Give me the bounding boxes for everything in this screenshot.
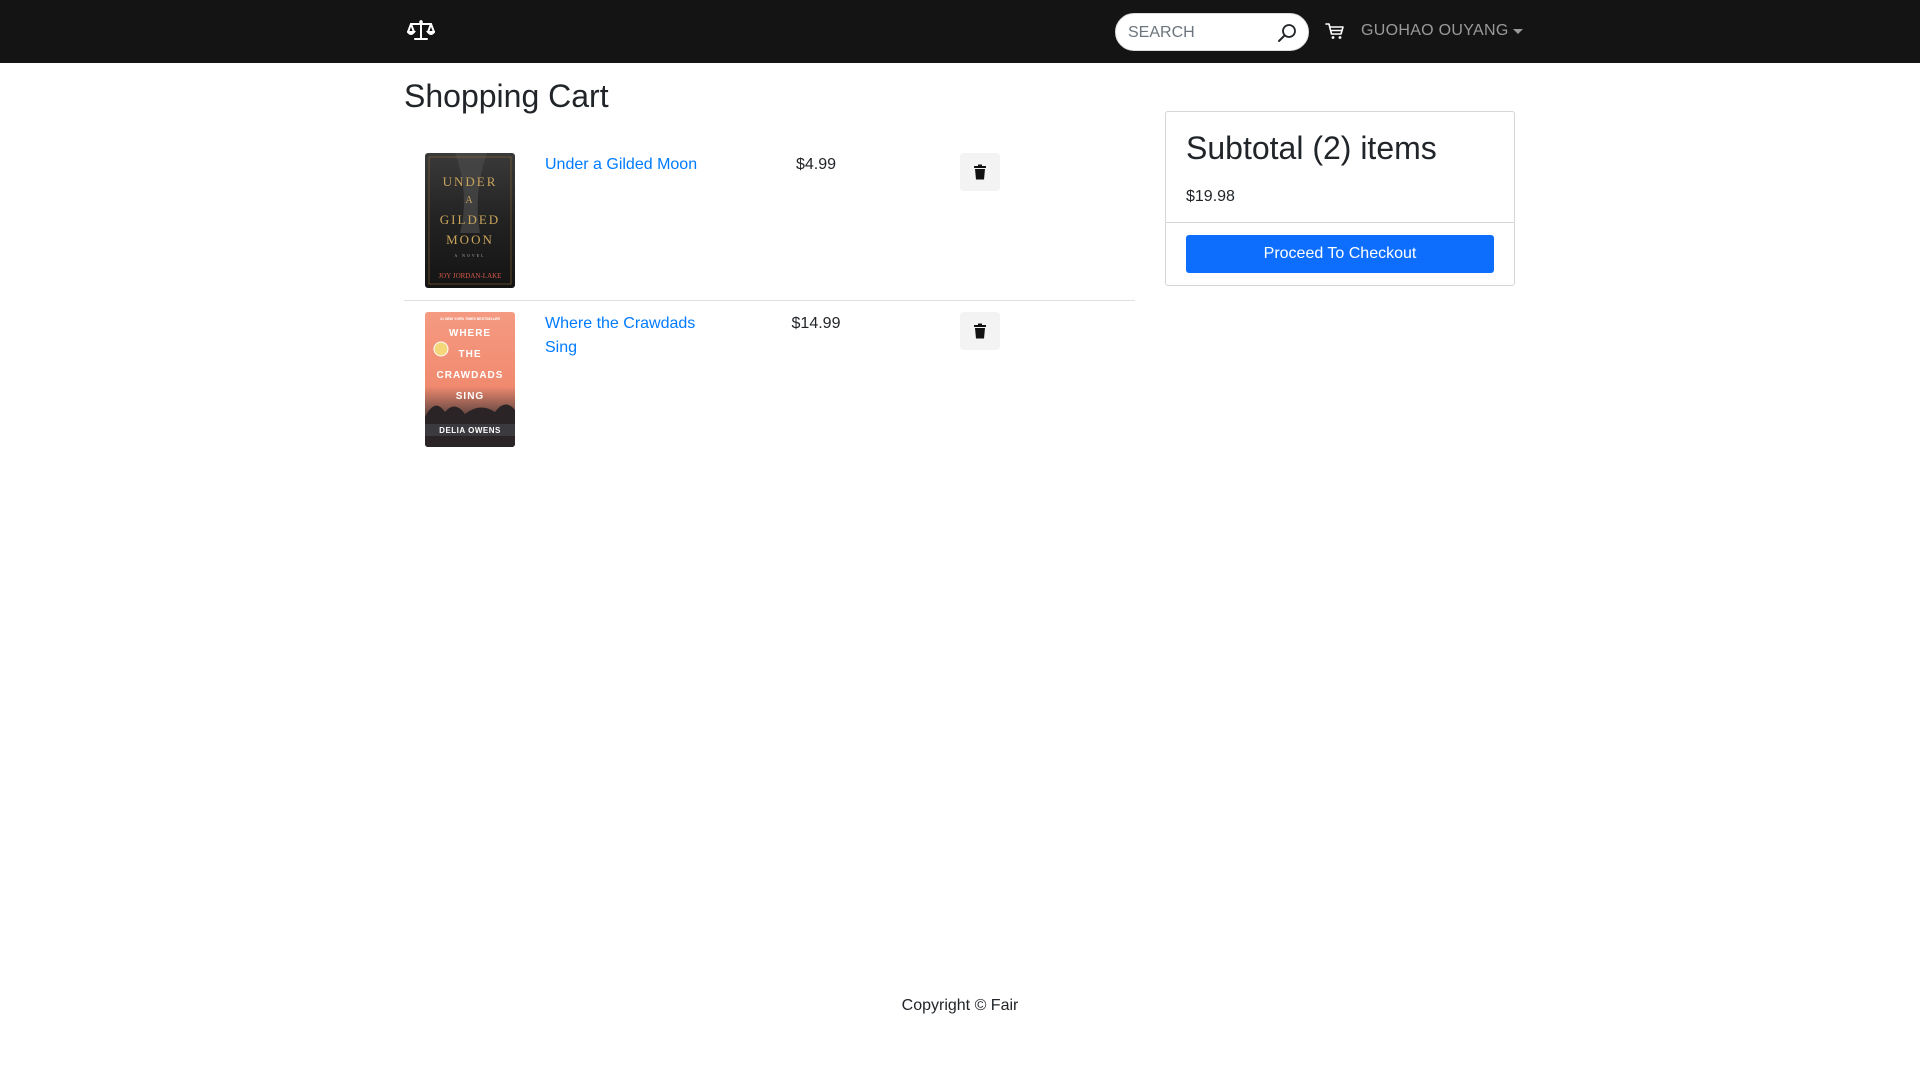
search-input[interactable] [1128,22,1278,44]
page-title: Shopping Cart [404,78,609,114]
subtotal-heading: Subtotal (2) items [1186,130,1437,166]
cover-line: GILDED [440,212,500,227]
top-navbar: GUOHAO OUYANG [0,0,1920,63]
footer-copyright: Copyright © Fair [901,997,1019,1014]
cover-author: JOY JORDAN-LAKE [439,272,502,280]
cart-item: UNDER A GILDED MOON A NOVEL JOY JORDAN-L… [404,143,1135,301]
cover-banner: #1 NEW YORK TIMES BESTSELLER [440,317,500,321]
user-dropdown-toggle[interactable]: GUOHAO OUYANG [1361,20,1523,42]
cover-subtitle: A NOVEL [454,253,485,258]
scales-icon [407,20,435,40]
cart-item-price: $4.99 [795,156,837,173]
cover-author: DELIA OWENS [439,426,501,435]
divider [1166,222,1514,223]
delete-item-button[interactable] [960,153,1000,191]
cover-line: A [465,195,474,206]
subtotal-amount: $19.98 [1186,188,1235,205]
cover-line: THE [459,349,482,360]
cover-line: SING [456,391,484,402]
cover-line: MOON [446,232,494,247]
caret-down-icon [1512,28,1523,34]
delete-item-button[interactable] [960,312,1000,350]
cover-line: UNDER [443,174,498,189]
cart-item: #1 NEW YORK TIMES BESTSELLER WHERE THE C… [404,302,1135,460]
cart-item-title-link[interactable]: Under a Gilded Moon [545,153,715,177]
proceed-to-checkout-button[interactable]: Proceed To Checkout [1186,235,1494,273]
trash-icon [974,164,986,180]
cover-line: WHERE [449,328,491,339]
brand-logo-link[interactable] [404,15,438,45]
shopping-cart-icon[interactable] [1324,20,1346,42]
book-cover-image[interactable]: #1 NEW YORK TIMES BESTSELLER WHERE THE C… [425,312,515,447]
order-summary-card: Subtotal (2) items $19.98 Proceed To Che… [1165,111,1515,286]
cart-item-price: $14.99 [791,315,841,332]
search-icon[interactable] [1276,22,1298,44]
search-box [1115,13,1309,51]
book-cover-image[interactable]: UNDER A GILDED MOON A NOVEL JOY JORDAN-L… [425,153,515,288]
trash-icon [974,323,986,339]
cover-line: CRAWDADS [437,370,504,381]
cart-item-title-link[interactable]: Where the Crawdads Sing [545,312,715,360]
user-name: GUOHAO OUYANG [1361,22,1509,39]
